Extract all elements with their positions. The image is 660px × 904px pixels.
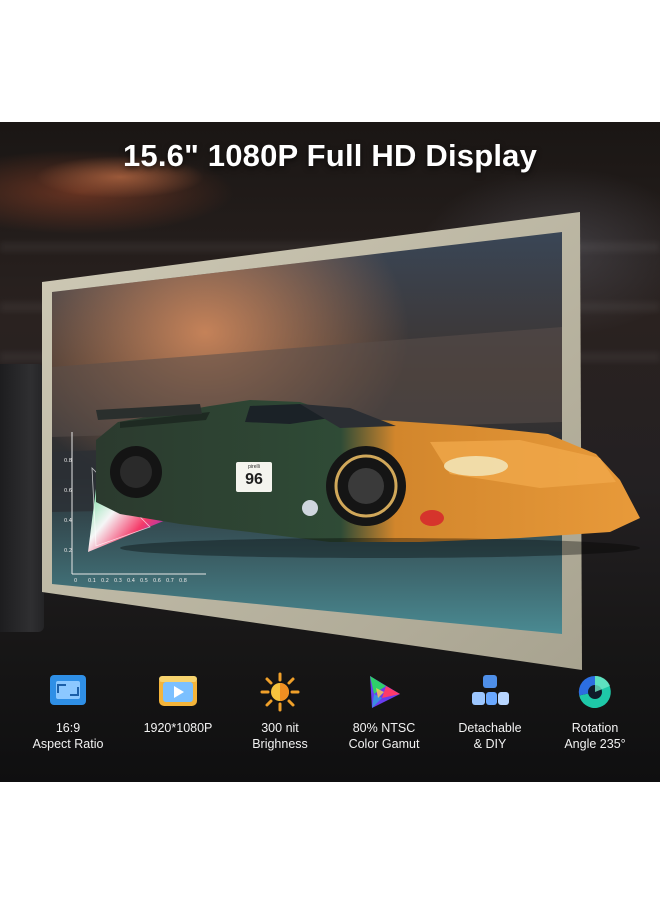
feature-line1: Rotation [571, 721, 619, 735]
svg-text:0.4: 0.4 [127, 578, 135, 584]
svg-text:0.6: 0.6 [153, 578, 161, 584]
feature-row: 16:9 Aspect Ratio 1920*1080P 300 nit Bri… [0, 670, 660, 782]
feature-line2: & DIY [473, 737, 507, 751]
svg-text:0.5: 0.5 [140, 578, 148, 584]
feature-line2: Color Gamut [348, 737, 420, 751]
feature-rotation: Rotation Angle 235° [545, 670, 645, 752]
feature-detachable: Detachable & DIY [440, 670, 540, 752]
feature-line2: Angle 235° [564, 737, 626, 751]
feature-line1: 16:9 [55, 721, 81, 735]
feature-line1: 1920*1080P [143, 721, 213, 735]
svg-text:96: 96 [245, 471, 263, 488]
feature-line1: 300 nit [261, 721, 299, 735]
feature-color-gamut: 80% NTSC Color Gamut [334, 670, 434, 752]
feature-resolution: 1920*1080P [128, 670, 228, 736]
svg-text:0.2: 0.2 [101, 578, 109, 584]
product-banner: 15.6" 1080P Full HD Display 0.8 0.6 0.4 … [0, 122, 660, 782]
resolution-play-icon [159, 676, 197, 706]
feature-line1: Detachable [458, 721, 522, 735]
brightness-sun-icon [260, 672, 300, 712]
detachable-blocks-icon [472, 675, 509, 705]
svg-text:0: 0 [74, 578, 77, 584]
feature-line1: 80% NTSC [352, 721, 416, 735]
svg-text:0.2: 0.2 [64, 548, 72, 554]
svg-text:0.1: 0.1 [88, 578, 96, 584]
svg-text:0.4: 0.4 [64, 518, 72, 524]
svg-text:0.7: 0.7 [166, 578, 174, 584]
rotation-icon [578, 675, 611, 708]
feature-line2: Aspect Ratio [32, 737, 104, 751]
svg-text:0.6: 0.6 [64, 488, 72, 494]
feature-brightness: 300 nit Brighness [230, 670, 330, 752]
aspect-ratio-icon [50, 675, 86, 705]
color-gamut-icon [370, 676, 400, 708]
svg-text:0.3: 0.3 [114, 578, 122, 584]
feature-line2: Brighness [252, 737, 308, 751]
svg-text:0.8: 0.8 [64, 458, 72, 464]
svg-text:0.8: 0.8 [179, 578, 187, 584]
feature-aspect-ratio: 16:9 Aspect Ratio [18, 670, 118, 752]
svg-text:pirelli: pirelli [248, 464, 260, 470]
